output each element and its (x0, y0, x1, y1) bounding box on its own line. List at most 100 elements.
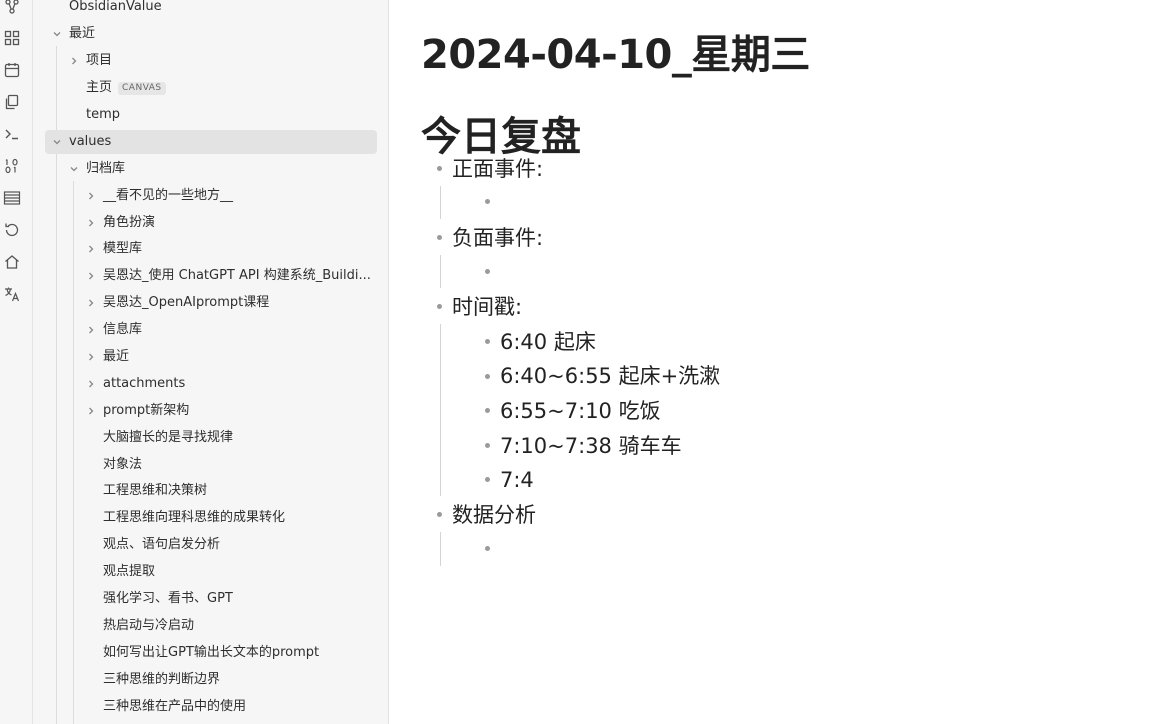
list-item-time-entry[interactable]: 6:40~6:55 起床+洗漱 (500, 362, 720, 390)
tree-item-label: 如何写出让GPT输出长文本的prompt (103, 645, 320, 660)
list-item-time-entry[interactable]: 7:4 (500, 466, 534, 494)
tree-file[interactable]: 三种思维的判断边界 (45, 668, 375, 692)
tree-item-label: ObsidianValue (69, 0, 162, 14)
chevron-right-icon[interactable] (85, 270, 97, 282)
chevron-right-icon[interactable] (85, 405, 97, 417)
list-bullet[interactable] (437, 166, 442, 171)
tree-item-label: 最近 (69, 26, 96, 41)
tree-file[interactable]: 观点提取 (45, 560, 375, 584)
tree-file[interactable]: 三种思维在产品中的使用 (45, 695, 375, 719)
note-title[interactable]: 2024-04-10_星期三 (421, 22, 810, 80)
list-bullet[interactable] (485, 374, 490, 379)
tree-folder[interactable]: 模型库 (45, 237, 375, 261)
chevron-down-icon[interactable] (51, 28, 63, 40)
tree-item-label: 三种思维在产品中的使用 (103, 699, 247, 714)
list-bullet[interactable] (485, 339, 490, 344)
tree-item-label: 信息库 (103, 322, 143, 337)
tree-folder[interactable]: 最近 (45, 345, 375, 369)
list-bullet[interactable] (485, 477, 490, 482)
dashboard-icon[interactable] (3, 29, 21, 47)
tree-folder[interactable]: 角色扮演 (45, 211, 375, 235)
tree-item-label: 模型库 (103, 241, 143, 256)
heading-daily-review[interactable]: 今日复盘 (421, 104, 581, 162)
chevron-right-icon[interactable] (85, 297, 97, 309)
list-bullet[interactable] (437, 235, 442, 240)
translate-icon[interactable] (3, 285, 21, 303)
list-item-timestamps[interactable]: 时间戳: (452, 293, 522, 321)
tree-folder[interactable]: 吴恩达_OpenAIprompt课程 (45, 291, 375, 315)
tree-item-label: 三种思维的判断边界 (103, 672, 221, 687)
tree-file[interactable]: 强化学习、看书、GPT (45, 587, 375, 611)
tree-file-homepage[interactable]: 主页 CANVAS (45, 76, 375, 100)
tree-item-label: 项目 (86, 53, 113, 68)
list-bullet[interactable] (437, 304, 442, 309)
ribbon (0, 0, 33, 724)
tree-folder-projects[interactable]: 项目 (45, 49, 375, 73)
list-bullet[interactable] (485, 443, 490, 448)
home-icon[interactable] (3, 253, 21, 271)
tree-item-label: 强化学习、看书、GPT (103, 591, 233, 606)
tree-file[interactable]: 大脑擅长的是寻找规律 (45, 426, 375, 450)
tree-folder-archive[interactable]: 归档库 (45, 157, 375, 181)
terminal-icon[interactable] (3, 125, 21, 143)
tree-item-label: attachments (103, 376, 186, 391)
tree-item-label: values (69, 134, 112, 149)
tree-file[interactable]: 热启动与冷启动 (45, 614, 375, 638)
tree-file[interactable]: 对象法 (45, 453, 375, 477)
list-item-data-analysis[interactable]: 数据分析 (452, 501, 536, 529)
list-bullet[interactable] (485, 408, 490, 413)
tree-item-label: 工程思维和决策树 (103, 483, 208, 498)
copy-icon[interactable] (3, 93, 21, 111)
tree-file[interactable]: 工程思维向理科思维的成果转化 (45, 506, 375, 530)
tree-folder-recent[interactable]: 最近 (45, 22, 375, 46)
chevron-right-icon[interactable] (85, 217, 97, 229)
calendar-icon[interactable] (3, 61, 21, 79)
tree-item-label: 吴恩达_使用 ChatGPT API 构建系统_Buildi... (103, 268, 371, 283)
tree-item-label: __看不见的一些地方__ (103, 188, 234, 203)
tree-item-label: 大脑擅长的是寻找规律 (103, 430, 234, 445)
chevron-down-icon[interactable] (51, 136, 63, 148)
canvas-badge: CANVAS (118, 82, 166, 95)
tree-folder[interactable]: prompt新架构 (45, 399, 375, 423)
list-item-time-entry[interactable]: 7:10~7:38 骑车车 (500, 432, 682, 460)
list-item-time-entry[interactable]: 6:40 起床 (500, 328, 596, 356)
tree-folder-values[interactable]: values (45, 130, 377, 154)
tree-folder[interactable]: attachments (45, 372, 375, 396)
binary-icon[interactable] (3, 157, 21, 175)
tree-folder[interactable]: 吴恩达_使用 ChatGPT API 构建系统_Buildi... (45, 264, 375, 288)
list-indent-line (440, 532, 441, 566)
tree-folder[interactable]: 信息库 (45, 318, 375, 342)
tree-item-obsidianvalue[interactable]: ObsidianValue (45, 0, 375, 19)
note-editor[interactable]: 2024-04-10_星期三 今日复盘 正面事件: 负面事件: 时间戳: 6:4… (389, 0, 1159, 724)
chevron-right-icon[interactable] (85, 351, 97, 363)
list-bullet[interactable] (437, 512, 442, 517)
tree-file[interactable]: 工程思维和决策树 (45, 479, 375, 503)
chevron-right-icon[interactable] (85, 378, 97, 390)
tree-file[interactable]: 观点、语句启发分析 (45, 533, 375, 557)
list-item-positive-events[interactable]: 正面事件: (452, 155, 543, 183)
list-item-negative-events[interactable]: 负面事件: (452, 224, 543, 252)
list-indent-line (440, 324, 441, 496)
chevron-down-icon[interactable] (68, 163, 80, 175)
chevron-right-icon[interactable] (85, 190, 97, 202)
tree-item-label: prompt新架构 (103, 403, 190, 418)
tree-item-label: 观点、语句启发分析 (103, 537, 221, 552)
list-item-time-entry[interactable]: 6:55~7:10 吃饭 (500, 397, 661, 425)
tree-item-label: 热启动与冷启动 (103, 618, 195, 633)
tree-item-label: 角色扮演 (103, 215, 156, 230)
graph-icon[interactable] (3, 0, 21, 16)
chevron-right-icon[interactable] (85, 243, 97, 255)
tree-file[interactable]: 如何写出让GPT输出长文本的prompt (45, 641, 375, 665)
tree-item-label: temp (86, 107, 121, 122)
tree-item-label: 吴恩达_OpenAIprompt课程 (103, 295, 270, 310)
slides-icon[interactable] (3, 189, 21, 207)
list-bullet[interactable] (485, 269, 490, 274)
chevron-right-icon[interactable] (68, 55, 80, 67)
tree-file-temp[interactable]: temp (45, 103, 375, 127)
tree-folder[interactable]: __看不见的一些地方__ (45, 184, 375, 208)
list-indent-line (440, 186, 441, 219)
chevron-right-icon[interactable] (85, 324, 97, 336)
history-icon[interactable] (3, 221, 21, 239)
list-bullet[interactable] (485, 546, 490, 551)
list-bullet[interactable] (485, 199, 490, 204)
